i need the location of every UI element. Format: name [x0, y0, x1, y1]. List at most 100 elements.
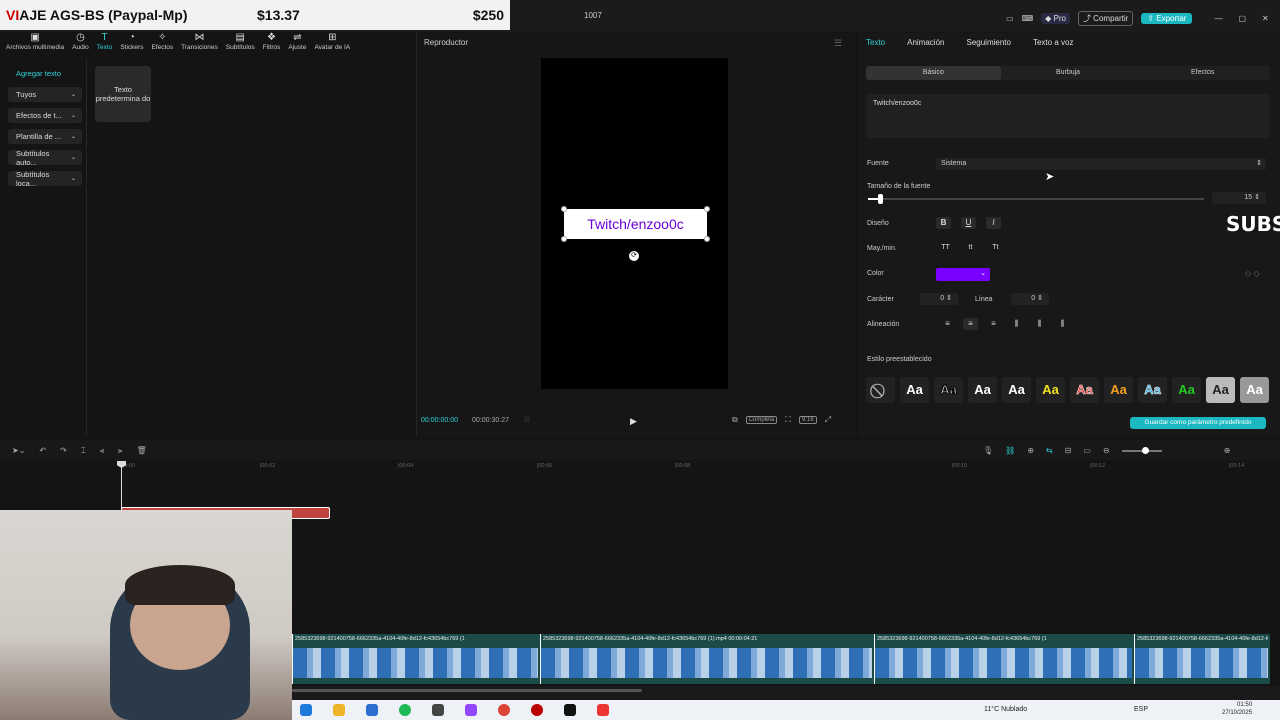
toolbar-efectos[interactable]: ✧ Efectos [151, 32, 173, 56]
video-track[interactable]: 2585323698-921400758-6662335a-4104-40fe-… [292, 634, 1270, 684]
preview-axis-icon[interactable]: ⊟ [1065, 446, 1072, 455]
timeline-scrollbar[interactable] [292, 686, 1280, 700]
split-icon[interactable]: ⌶ [81, 446, 86, 456]
size-slider-knob[interactable] [878, 194, 883, 204]
obs-icon[interactable] [465, 704, 477, 716]
preview-text-box[interactable]: Twitch/enzoo0c [564, 209, 707, 239]
split-left-icon[interactable]: ⫷ [100, 446, 105, 456]
subtab-2[interactable]: Efectos [1135, 66, 1270, 80]
resize-handle-br[interactable] [704, 236, 710, 242]
delete-icon[interactable]: 🗑 [137, 446, 147, 456]
timeline-ruler[interactable]: 00:00 |00:02 |00:04 |00:06 |00:08 |00:10 |00:1… [0, 460, 1280, 474]
magnet-icon[interactable]: ⊕ [1027, 446, 1034, 455]
toolbar-audio[interactable]: ◷ Audio [72, 32, 89, 56]
grid-icon[interactable]: ⁞⁞⁞ [524, 417, 530, 424]
sidebar-item[interactable]: Agregar texto [8, 66, 82, 81]
preset-style[interactable]: Aa [934, 377, 963, 403]
settings-icon[interactable] [432, 704, 444, 716]
spotify-icon[interactable] [399, 704, 411, 716]
redo-icon[interactable]: ↷ [60, 446, 67, 456]
keyboard-icon[interactable]: ⌨ [1022, 14, 1034, 23]
full-quality-button[interactable]: Completa [745, 416, 778, 424]
default-text-card[interactable]: Texto predetermina do [95, 66, 151, 122]
tab-0[interactable]: Texto [866, 38, 885, 47]
layout-icon[interactable]: ▭ [1006, 14, 1014, 23]
close-icon[interactable]: ✕ [1262, 14, 1269, 23]
minimize-icon[interactable]: — [1214, 14, 1222, 23]
size-input[interactable]: 15 ⇕ [1212, 192, 1266, 204]
preset-style[interactable]: Aa [1206, 377, 1235, 403]
zoom-slider[interactable] [1121, 447, 1162, 454]
clock[interactable]: 01:50 27/10/2025 [1222, 701, 1252, 717]
toolbar-archivos-multimedia[interactable]: ▣ Archivos multimedia [6, 32, 64, 56]
chrome-icon[interactable] [498, 704, 510, 716]
video-clip[interactable]: 2585323698-921400758-6662335a-4104-40fe-… [540, 634, 872, 684]
size-slider[interactable] [868, 198, 1204, 200]
scrollbar-thumb[interactable] [292, 689, 642, 692]
link-icon[interactable]: ⛓ [1005, 446, 1015, 455]
video-clip[interactable]: 2585323698-921400758-6662335a-4104-40fe-… [874, 634, 1132, 684]
tab-1[interactable]: Animación [907, 38, 944, 47]
export-button[interactable]: ⇪ Exportar [1141, 13, 1193, 24]
align-left-icon[interactable]: ≡ [940, 318, 955, 330]
toolbar-filtros[interactable]: ❖ Filtros [263, 32, 281, 56]
video-clip[interactable]: 2585323698-921400758-6662335a-4104-40fe-… [1134, 634, 1268, 684]
resize-handle-tr[interactable] [704, 206, 710, 212]
tab-2[interactable]: Seguimiento [966, 38, 1010, 47]
video-clip[interactable]: 2585323698-921400758-6662335a-4104-40fe-… [292, 634, 538, 684]
playhead[interactable] [121, 462, 122, 512]
preset-style[interactable]: Aa [1002, 377, 1031, 403]
menu-icon[interactable]: ☰ [834, 38, 842, 49]
font-select[interactable]: Sistema ⇕ [936, 158, 1266, 170]
preset-style[interactable]: Aa [900, 377, 929, 403]
align-right-icon[interactable]: ≡ [986, 318, 1001, 330]
recorder-icon[interactable] [597, 704, 609, 716]
sidebar-item[interactable]: Subtítulos auto... ⌄ [8, 149, 82, 167]
toolbar-subtítulos[interactable]: ▤ Subtítulos [226, 32, 255, 56]
rotate-handle-icon[interactable]: ⟳ [629, 251, 639, 261]
resize-handle-bl[interactable] [561, 236, 567, 242]
titlecase-icon[interactable]: Tt [988, 242, 1003, 254]
italic-icon[interactable]: I [986, 217, 1001, 229]
caption-icon[interactable]: ▭ [1083, 446, 1091, 455]
toolbar-transiciones[interactable]: ⋈ Transiciones [181, 32, 218, 56]
play-icon[interactable]: ▶ [630, 416, 637, 427]
pro-badge[interactable]: ◆ Pro [1041, 13, 1070, 24]
align-top-icon[interactable]: ⫼ [1009, 318, 1024, 330]
edge-icon[interactable] [300, 704, 312, 716]
sidebar-item[interactable]: Tuyos ⌄ [8, 87, 82, 102]
preset-none-icon[interactable]: ⃠ [866, 377, 895, 403]
zoom-knob[interactable] [1141, 447, 1149, 454]
app-icon[interactable] [531, 704, 543, 716]
aspect-ratio-button[interactable]: 9:16 [799, 416, 817, 424]
toolbar-avatar-de-ia[interactable]: ⊞ Avatar de IA [314, 32, 350, 56]
zoom-in-icon[interactable]: ⊕ [1224, 446, 1231, 455]
preset-style[interactable]: Aa [1240, 377, 1269, 403]
subtab-1[interactable]: Burbuja [1001, 66, 1136, 80]
split-right-icon[interactable]: ⫸ [118, 446, 123, 456]
language-indicator[interactable]: ESP [1134, 706, 1148, 713]
align-center-icon[interactable]: ≡ [963, 318, 978, 330]
preset-style[interactable]: Aa [1172, 377, 1201, 403]
sidebar-item[interactable]: Subtítulos loca... ⌄ [8, 170, 82, 188]
keyframe-icon[interactable]: ◇ ◇ [1245, 269, 1260, 278]
line-spacing-input[interactable]: 0 ⇕ [1011, 293, 1049, 305]
resize-handle-tl[interactable] [561, 206, 567, 212]
lowercase-icon[interactable]: tt [963, 242, 978, 254]
fullscreen-icon[interactable]: ⤢ [825, 415, 831, 425]
capcut-icon[interactable] [564, 704, 576, 716]
sidebar-item[interactable]: Plantilla de ... ⌄ [8, 129, 82, 144]
mic-icon[interactable]: 🎙 [983, 446, 993, 455]
align-middle-icon[interactable]: ⫼ [1032, 318, 1047, 330]
save-preset-button[interactable]: Guardar como parámetro predefinido [1130, 417, 1266, 429]
undo-icon[interactable]: ↶ [39, 446, 46, 456]
tab-3[interactable]: Texto a voz [1033, 38, 1073, 47]
uppercase-icon[interactable]: TT [938, 242, 953, 254]
weather-widget[interactable]: 11°C Nublado [984, 706, 1027, 713]
maximize-icon[interactable]: ▢ [1238, 14, 1246, 23]
subtab-0[interactable]: Básico [866, 66, 1001, 80]
char-spacing-input[interactable]: 0 ⇕ [920, 293, 958, 305]
toolbar-stickers[interactable]: ◔ Stickers [120, 32, 143, 56]
text-content-field[interactable]: Twitch/enzoo0c [866, 94, 1270, 138]
share-button[interactable]: ⤴ Compartir [1077, 11, 1134, 26]
